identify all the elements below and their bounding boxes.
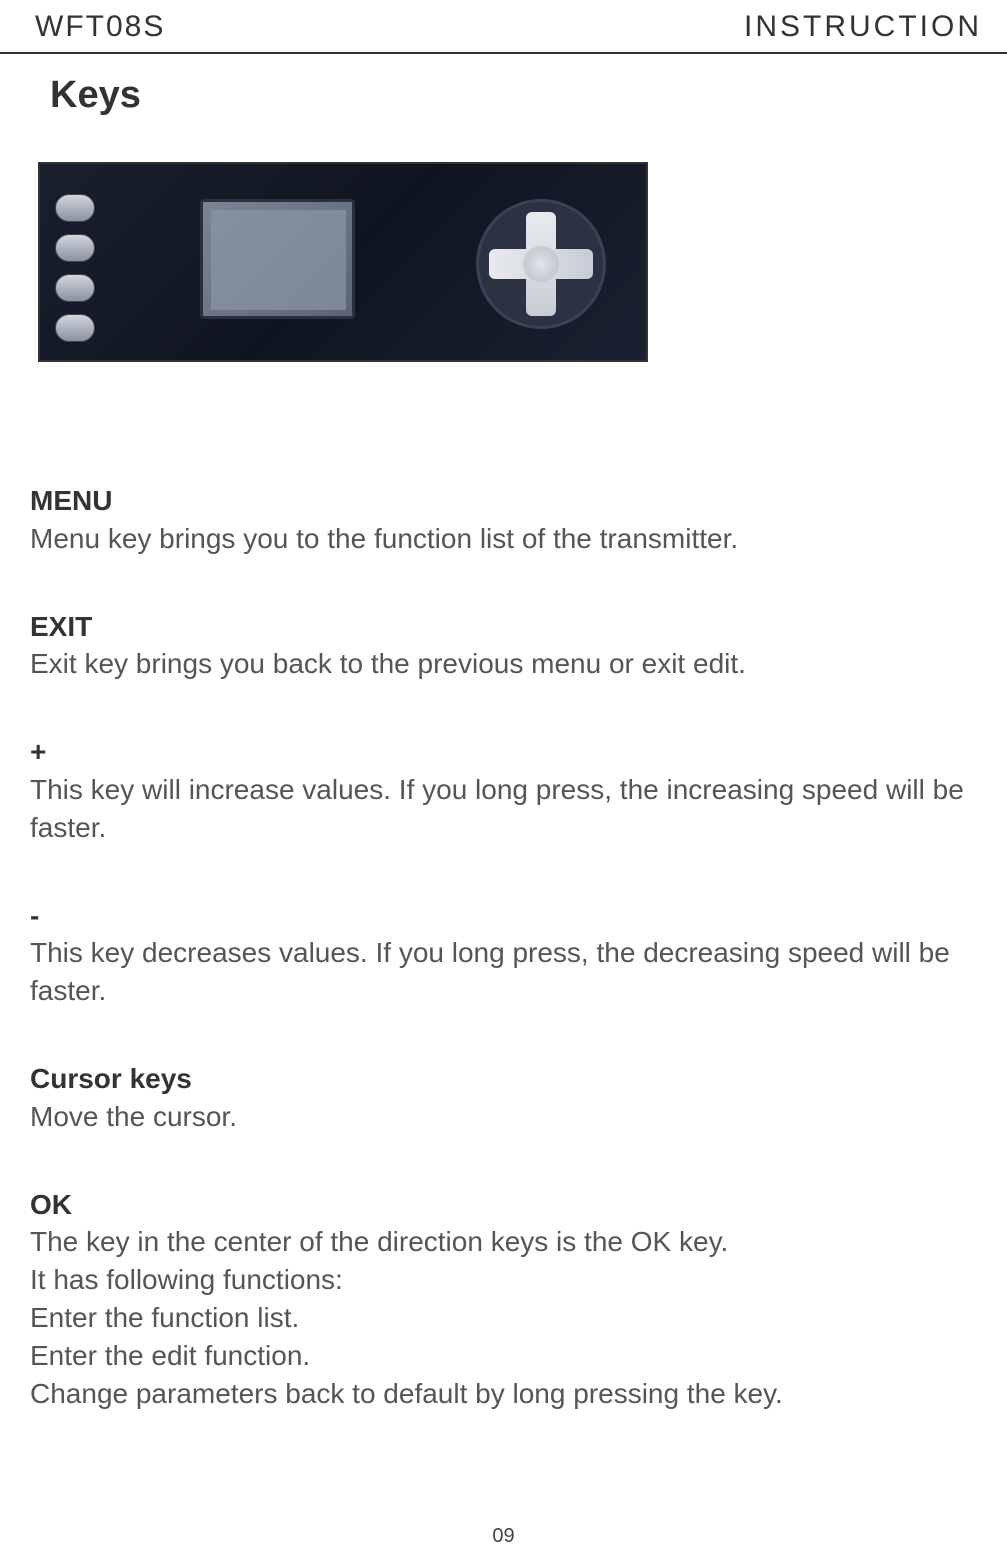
screen-content-icon bbox=[211, 210, 346, 310]
header-section: INSTRUCTION bbox=[744, 10, 982, 44]
section-minus-body: This key decreases values. If you long p… bbox=[30, 934, 982, 1010]
section-menu-title: MENU bbox=[30, 482, 982, 520]
section-exit: EXIT Exit key brings you back to the pre… bbox=[30, 608, 982, 684]
page-title: Keys bbox=[50, 74, 982, 117]
section-ok-body-5: Change parameters back to default by lon… bbox=[30, 1375, 982, 1413]
section-exit-body: Exit key brings you back to the previous… bbox=[30, 645, 982, 683]
section-ok-body-2: It has following functions: bbox=[30, 1261, 982, 1299]
side-button-icon bbox=[55, 194, 95, 222]
section-minus-title: - bbox=[30, 897, 982, 935]
page-header: WFT08S INSTRUCTION bbox=[0, 0, 1007, 54]
page-number: 09 bbox=[492, 1525, 514, 1548]
dpad-center-icon bbox=[523, 246, 559, 282]
page-content: Keys MENU Menu key brings you to the fun… bbox=[0, 74, 1007, 1412]
header-model: WFT08S bbox=[35, 10, 165, 44]
device-photo bbox=[38, 162, 648, 362]
side-button-icon bbox=[55, 314, 95, 342]
section-menu-body: Menu key brings you to the function list… bbox=[30, 520, 982, 558]
section-ok-body-3: Enter the function list. bbox=[30, 1299, 982, 1337]
section-minus: - This key decreases values. If you long… bbox=[30, 897, 982, 1010]
section-plus-body: This key will increase values. If you lo… bbox=[30, 771, 982, 847]
section-ok-title: OK bbox=[30, 1186, 982, 1224]
section-ok-body-1: The key in the center of the direction k… bbox=[30, 1223, 982, 1261]
side-button-icon bbox=[55, 274, 95, 302]
device-dpad bbox=[476, 199, 606, 329]
section-ok: OK The key in the center of the directio… bbox=[30, 1186, 982, 1413]
section-exit-title: EXIT bbox=[30, 608, 982, 646]
section-menu: MENU Menu key brings you to the function… bbox=[30, 482, 982, 558]
section-plus-title: + bbox=[30, 733, 982, 771]
section-ok-body-4: Enter the edit function. bbox=[30, 1337, 982, 1375]
device-side-buttons bbox=[55, 194, 95, 342]
section-cursor-title: Cursor keys bbox=[30, 1060, 982, 1098]
section-plus: + This key will increase values. If you … bbox=[30, 733, 982, 846]
section-cursor-body: Move the cursor. bbox=[30, 1098, 982, 1136]
side-button-icon bbox=[55, 234, 95, 262]
section-cursor: Cursor keys Move the cursor. bbox=[30, 1060, 982, 1136]
device-lcd-screen bbox=[200, 199, 355, 319]
